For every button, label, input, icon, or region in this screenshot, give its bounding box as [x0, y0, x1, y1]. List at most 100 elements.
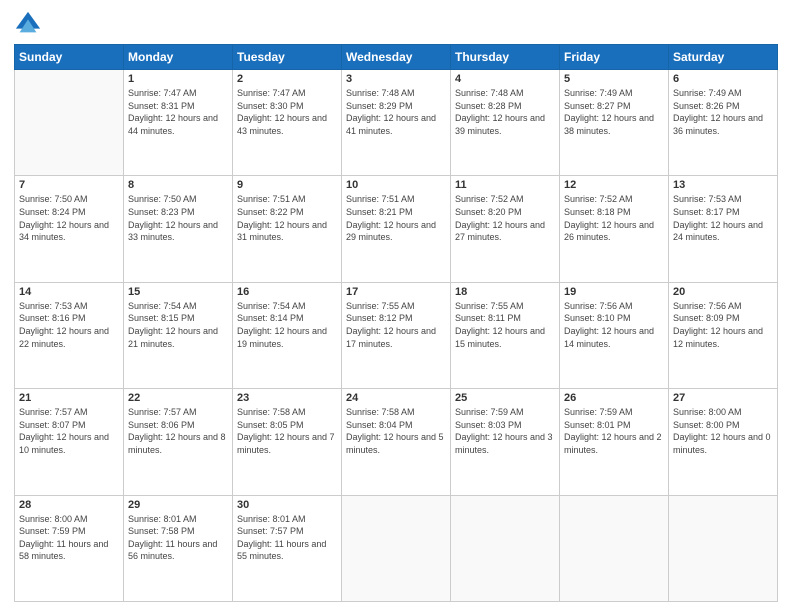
cell-content: Sunrise: 7:55 AM Sunset: 8:12 PM Dayligh…: [346, 300, 446, 350]
cell-content: Sunrise: 7:53 AM Sunset: 8:17 PM Dayligh…: [673, 193, 773, 243]
week-row-3: 21 Sunrise: 7:57 AM Sunset: 8:07 PM Dayli…: [15, 389, 778, 495]
calendar-cell: 4Sunrise: 7:48 AM Sunset: 8:28 PM Daylig…: [451, 70, 560, 176]
cell-content: Sunrise: 7:54 AM Sunset: 8:14 PM Dayligh…: [237, 300, 337, 350]
day-number: 8: [128, 179, 228, 191]
day-number: 23: [237, 392, 337, 404]
calendar-table: SundayMondayTuesdayWednesdayThursdayFrid…: [14, 44, 778, 602]
logo: [14, 10, 46, 38]
cell-content: Sunrise: 8:00 AM Sunset: 8:00 PM Dayligh…: [673, 406, 773, 456]
cell-content: Sunrise: 7:52 AM Sunset: 8:20 PM Dayligh…: [455, 193, 555, 243]
day-number: 16: [237, 286, 337, 298]
day-number: 14: [19, 286, 119, 298]
cell-content: Sunrise: 7:58 AM Sunset: 8:04 PM Dayligh…: [346, 406, 446, 456]
day-number: 28: [19, 499, 119, 511]
calendar-cell: 22 Sunrise: 7:57 AM Sunset: 8:06 PM Dayli…: [124, 389, 233, 495]
day-number: 30: [237, 499, 337, 511]
calendar-cell: 26Sunrise: 7:59 AM Sunset: 8:01 PM Dayli…: [560, 389, 669, 495]
cell-content: Sunrise: 8:01 AM Sunset: 7:58 PM Dayligh…: [128, 513, 228, 563]
day-number: 19: [564, 286, 664, 298]
calendar-cell: 28 Sunrise: 8:00 AM Sunset: 7:59 PM Dayli…: [15, 495, 124, 601]
cell-content: Sunrise: 8:01 AM Sunset: 7:57 PM Dayligh…: [237, 513, 337, 563]
cell-content: Sunrise: 7:51 AM Sunset: 8:22 PM Dayligh…: [237, 193, 337, 243]
calendar-cell: 20Sunrise: 7:56 AM Sunset: 8:09 PM Dayli…: [669, 282, 778, 388]
weekday-header-monday: Monday: [124, 45, 233, 70]
weekday-header-saturday: Saturday: [669, 45, 778, 70]
week-row-4: 28 Sunrise: 8:00 AM Sunset: 7:59 PM Dayli…: [15, 495, 778, 601]
cell-content: Sunrise: 7:55 AM Sunset: 8:11 PM Dayligh…: [455, 300, 555, 350]
day-number: 21: [19, 392, 119, 404]
cell-content: Sunrise: 7:49 AM Sunset: 8:26 PM Dayligh…: [673, 87, 773, 137]
day-number: 22: [128, 392, 228, 404]
calendar-cell: 16 Sunrise: 7:54 AM Sunset: 8:14 PM Dayli…: [233, 282, 342, 388]
cell-content: Sunrise: 7:52 AM Sunset: 8:18 PM Dayligh…: [564, 193, 664, 243]
calendar-cell: 10 Sunrise: 7:51 AM Sunset: 8:21 PM Dayli…: [342, 176, 451, 282]
cell-content: Sunrise: 7:56 AM Sunset: 8:09 PM Dayligh…: [673, 300, 773, 350]
logo-icon: [14, 10, 42, 38]
calendar-cell: 12Sunrise: 7:52 AM Sunset: 8:18 PM Dayli…: [560, 176, 669, 282]
calendar-cell: 1 Sunrise: 7:47 AM Sunset: 8:31 PM Daylig…: [124, 70, 233, 176]
cell-content: Sunrise: 8:00 AM Sunset: 7:59 PM Dayligh…: [19, 513, 119, 563]
calendar-cell: 21 Sunrise: 7:57 AM Sunset: 8:07 PM Dayli…: [15, 389, 124, 495]
header: [14, 10, 778, 38]
day-number: 26: [564, 392, 664, 404]
cell-content: Sunrise: 7:59 AM Sunset: 8:03 PM Dayligh…: [455, 406, 555, 456]
weekday-header-thursday: Thursday: [451, 45, 560, 70]
calendar-cell: 6 Sunrise: 7:49 AM Sunset: 8:26 PM Daylig…: [669, 70, 778, 176]
day-number: 15: [128, 286, 228, 298]
day-number: 7: [19, 179, 119, 191]
calendar-cell: 13 Sunrise: 7:53 AM Sunset: 8:17 PM Dayli…: [669, 176, 778, 282]
day-number: 9: [237, 179, 337, 191]
day-number: 4: [455, 73, 555, 85]
cell-content: Sunrise: 7:54 AM Sunset: 8:15 PM Dayligh…: [128, 300, 228, 350]
calendar-cell: 5Sunrise: 7:49 AM Sunset: 8:27 PM Daylig…: [560, 70, 669, 176]
calendar-cell: 9 Sunrise: 7:51 AM Sunset: 8:22 PM Daylig…: [233, 176, 342, 282]
calendar-cell: 8 Sunrise: 7:50 AM Sunset: 8:23 PM Daylig…: [124, 176, 233, 282]
day-number: 13: [673, 179, 773, 191]
calendar-cell: 27 Sunrise: 8:00 AM Sunset: 8:00 PM Dayli…: [669, 389, 778, 495]
calendar-cell: [342, 495, 451, 601]
cell-content: Sunrise: 7:49 AM Sunset: 8:27 PM Dayligh…: [564, 87, 664, 137]
day-number: 25: [455, 392, 555, 404]
cell-content: Sunrise: 7:50 AM Sunset: 8:24 PM Dayligh…: [19, 193, 119, 243]
cell-content: Sunrise: 7:47 AM Sunset: 8:31 PM Dayligh…: [128, 87, 228, 137]
day-number: 17: [346, 286, 446, 298]
cell-content: Sunrise: 7:47 AM Sunset: 8:30 PM Dayligh…: [237, 87, 337, 137]
day-number: 27: [673, 392, 773, 404]
day-number: 24: [346, 392, 446, 404]
page: SundayMondayTuesdayWednesdayThursdayFrid…: [0, 0, 792, 612]
cell-content: Sunrise: 7:56 AM Sunset: 8:10 PM Dayligh…: [564, 300, 664, 350]
week-row-0: 1 Sunrise: 7:47 AM Sunset: 8:31 PM Daylig…: [15, 70, 778, 176]
day-number: 10: [346, 179, 446, 191]
cell-content: Sunrise: 7:57 AM Sunset: 8:07 PM Dayligh…: [19, 406, 119, 456]
calendar-cell: 19 Sunrise: 7:56 AM Sunset: 8:10 PM Dayli…: [560, 282, 669, 388]
calendar-cell: 3 Sunrise: 7:48 AM Sunset: 8:29 PM Daylig…: [342, 70, 451, 176]
calendar-cell: 11Sunrise: 7:52 AM Sunset: 8:20 PM Dayli…: [451, 176, 560, 282]
day-number: 29: [128, 499, 228, 511]
cell-content: Sunrise: 7:53 AM Sunset: 8:16 PM Dayligh…: [19, 300, 119, 350]
calendar-cell: 23 Sunrise: 7:58 AM Sunset: 8:05 PM Dayli…: [233, 389, 342, 495]
cell-content: Sunrise: 7:57 AM Sunset: 8:06 PM Dayligh…: [128, 406, 228, 456]
calendar-cell: 17 Sunrise: 7:55 AM Sunset: 8:12 PM Dayli…: [342, 282, 451, 388]
day-number: 1: [128, 73, 228, 85]
calendar-cell: 30 Sunrise: 8:01 AM Sunset: 7:57 PM Dayli…: [233, 495, 342, 601]
calendar-cell: 18Sunrise: 7:55 AM Sunset: 8:11 PM Dayli…: [451, 282, 560, 388]
weekday-header-row: SundayMondayTuesdayWednesdayThursdayFrid…: [15, 45, 778, 70]
weekday-header-wednesday: Wednesday: [342, 45, 451, 70]
calendar-cell: 7 Sunrise: 7:50 AM Sunset: 8:24 PM Daylig…: [15, 176, 124, 282]
day-number: 3: [346, 73, 446, 85]
weekday-header-friday: Friday: [560, 45, 669, 70]
cell-content: Sunrise: 7:50 AM Sunset: 8:23 PM Dayligh…: [128, 193, 228, 243]
calendar-cell: 14 Sunrise: 7:53 AM Sunset: 8:16 PM Dayli…: [15, 282, 124, 388]
calendar-cell: [669, 495, 778, 601]
cell-content: Sunrise: 7:48 AM Sunset: 8:29 PM Dayligh…: [346, 87, 446, 137]
calendar-cell: [560, 495, 669, 601]
calendar-cell: 24 Sunrise: 7:58 AM Sunset: 8:04 PM Dayli…: [342, 389, 451, 495]
weekday-header-tuesday: Tuesday: [233, 45, 342, 70]
cell-content: Sunrise: 7:51 AM Sunset: 8:21 PM Dayligh…: [346, 193, 446, 243]
cell-content: Sunrise: 7:58 AM Sunset: 8:05 PM Dayligh…: [237, 406, 337, 456]
week-row-1: 7 Sunrise: 7:50 AM Sunset: 8:24 PM Daylig…: [15, 176, 778, 282]
day-number: 2: [237, 73, 337, 85]
weekday-header-sunday: Sunday: [15, 45, 124, 70]
week-row-2: 14 Sunrise: 7:53 AM Sunset: 8:16 PM Dayli…: [15, 282, 778, 388]
day-number: 6: [673, 73, 773, 85]
